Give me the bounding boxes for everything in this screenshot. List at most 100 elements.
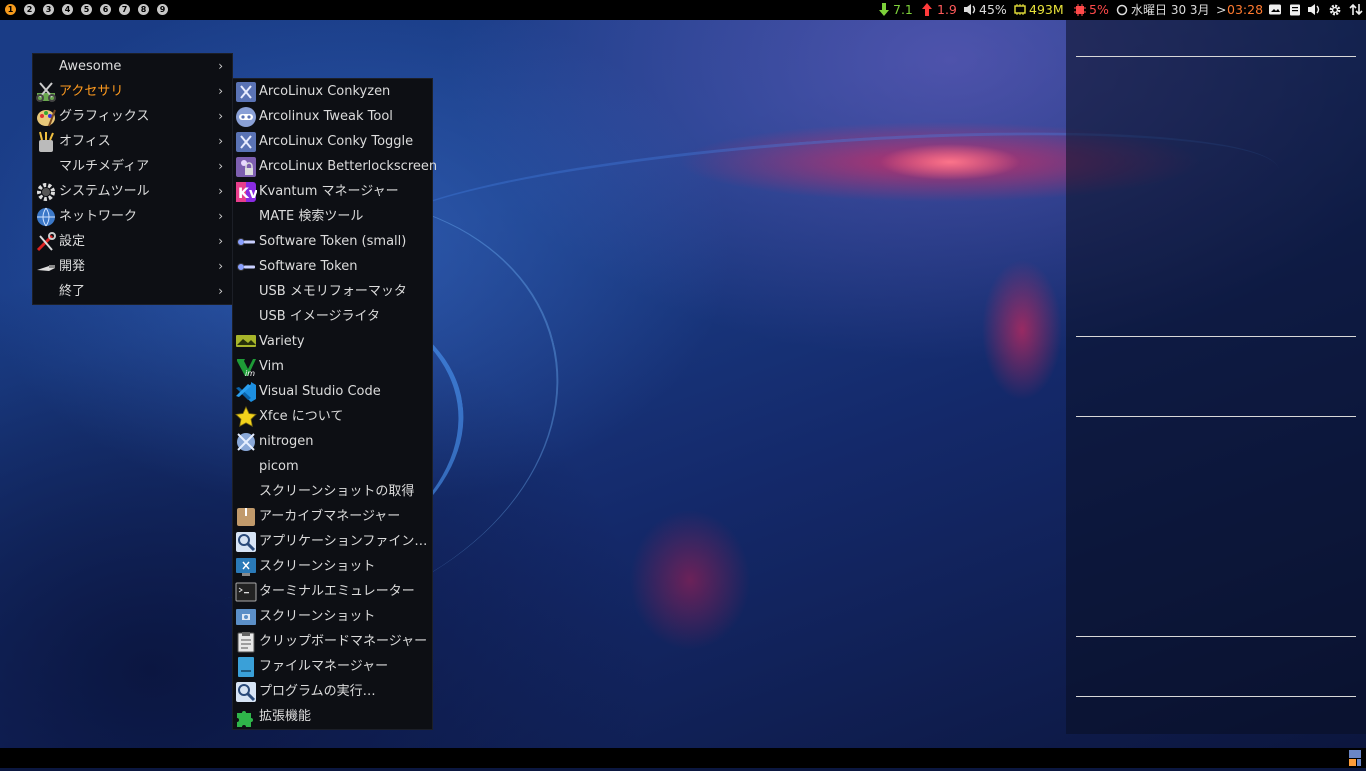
menu-item-arcolinux-conky-toggle-2[interactable]: ArcoLinux Conky Toggle — [233, 129, 432, 154]
menu-item-item-4[interactable]: マルチメディア › — [33, 154, 232, 179]
menu-item-item-25[interactable]: 拡張機能 — [233, 704, 432, 729]
menu-item-label: USB メモリフォーマッタ — [259, 284, 407, 299]
workspace-tag-4[interactable]: 4 — [62, 4, 73, 15]
menu-item-xfce-13[interactable]: Xfce について — [233, 404, 432, 429]
accessories-submenu: ArcoLinux Conkyzen Arcolinux Tweak Tool Ar… — [232, 78, 437, 730]
time-text[interactable]: 03:28 — [1227, 2, 1263, 18]
menu-item-label: Arcolinux Tweak Tool — [259, 109, 393, 124]
menu-item-item-21[interactable]: スクリーンショット — [233, 604, 432, 629]
image-viewer-icon[interactable] — [1268, 3, 1282, 16]
menu-item-vim-11[interactable]: im Vim — [233, 354, 432, 379]
menu-item-item-9[interactable]: 終了 › — [33, 279, 232, 304]
cpu-icon — [1074, 3, 1088, 16]
menu-item-item-6[interactable]: ネットワーク › — [33, 204, 232, 229]
menu-item-software-token-7[interactable]: Software Token — [233, 254, 432, 279]
gear-icon[interactable] — [1328, 3, 1342, 16]
menu-item-item-16[interactable]: スクリーンショットの取得 — [233, 479, 432, 504]
layout-indicator-icon[interactable] — [1348, 749, 1362, 767]
menu-item-item-24[interactable]: プログラムの実行… — [233, 679, 432, 704]
main-menu: Awesome › アクセサリ › グラフィックス › オフィス › マルチメディア › システムツ… — [32, 53, 233, 305]
menu-item-label: 終了 — [59, 284, 86, 299]
menu-item-kvantum-4[interactable]: Kv Kvantum マネージャー — [233, 179, 432, 204]
menu-item-arcolinux-conkyzen-0[interactable]: ArcoLinux Conkyzen — [233, 79, 432, 104]
menu-item-label: ターミナルエミュレーター — [259, 584, 415, 599]
menu-item-label: Software Token (small) — [259, 234, 407, 249]
date-text[interactable]: 水曜日 30 3月 — [1131, 2, 1210, 18]
menu-item-item-8[interactable]: 開発 › — [33, 254, 232, 279]
menu-item-item-20[interactable]: ターミナルエミュレーター — [233, 579, 432, 604]
submenu-arrow-icon: › — [218, 234, 223, 248]
workspace-tag-3[interactable]: 3 — [43, 4, 54, 15]
cpu-value: 5% — [1089, 2, 1109, 17]
submenu-arrow-icon: › — [218, 109, 223, 123]
conky-divider — [1076, 636, 1356, 637]
clipboard-tray-icon[interactable] — [1289, 3, 1303, 16]
submenu-arrow-icon: › — [218, 284, 223, 298]
svg-text:im: im — [245, 369, 255, 378]
menu-item-label: ArcoLinux Conky Toggle — [259, 134, 414, 149]
workspace-tag-6[interactable]: 6 — [100, 4, 111, 15]
download-arrow-icon — [879, 3, 893, 16]
volume-value[interactable]: 45% — [979, 2, 1007, 18]
workspace-tag-8[interactable]: 8 — [138, 4, 149, 15]
conky-divider — [1076, 56, 1356, 57]
arcolinux-conkyzen-icon — [235, 81, 257, 103]
menu-item-label: ネットワーク — [59, 209, 138, 224]
menu-item-label: Software Token — [259, 259, 358, 274]
menu-item-visual-studio-code-12[interactable]: Visual Studio Code — [233, 379, 432, 404]
globe-icon — [35, 206, 57, 228]
vscode-icon — [235, 381, 257, 403]
workspace-tag-7[interactable]: 7 — [119, 4, 130, 15]
menu-item-variety-10[interactable]: Variety — [233, 329, 432, 354]
menu-item-item-5[interactable]: システムツール › — [33, 179, 232, 204]
menu-item-usb-8[interactable]: USB メモリフォーマッタ — [233, 279, 432, 304]
workspace-tag-5[interactable]: 5 — [81, 4, 92, 15]
menu-item-arcolinux-tweak-tool-1[interactable]: Arcolinux Tweak Tool — [233, 104, 432, 129]
menu-item-nitrogen-14[interactable]: nitrogen — [233, 429, 432, 454]
submenu-arrow-icon: › — [218, 209, 223, 223]
menu-item-item-2[interactable]: グラフィックス › — [33, 104, 232, 129]
top-bar: 123456789 7.1 1.9 45% 493M 5% 水曜日 30 3月 … — [0, 0, 1366, 20]
menu-item-label: プログラムの実行… — [259, 684, 376, 699]
archive-icon — [235, 506, 257, 528]
menu-item-item-23[interactable]: ファイルマネージャー — [233, 654, 432, 679]
menu-item-label: Variety — [259, 334, 305, 349]
upload-arrow-icon — [922, 3, 936, 16]
workspace-tag-9[interactable]: 9 — [157, 4, 168, 15]
bottom-bar — [0, 748, 1366, 768]
menu-item-item-1[interactable]: アクセサリ › — [33, 79, 232, 104]
menu-item-usb-9[interactable]: USB イメージライタ — [233, 304, 432, 329]
menu-item-label: ArcoLinux Betterlockscreen — [259, 159, 438, 174]
menu-item-item-17[interactable]: アーカイブマネージャー — [233, 504, 432, 529]
kvantum-icon: Kv — [235, 181, 257, 203]
workspace-tag-1[interactable]: 1 — [5, 4, 16, 15]
menu-item-label: システムツール — [59, 184, 150, 199]
token-key-icon — [235, 231, 257, 253]
menu-item-item-19[interactable]: スクリーンショット — [233, 554, 432, 579]
volume-tray-icon[interactable] — [1307, 3, 1321, 16]
memory-icon — [1014, 3, 1028, 16]
menu-item-label: Visual Studio Code — [259, 384, 381, 399]
menu-item-item-18[interactable]: アプリケーションファイン… — [233, 529, 432, 554]
menu-item-mate-5[interactable]: MATE 検索ツール — [233, 204, 432, 229]
menu-item-item-22[interactable]: クリップボードマネージャー — [233, 629, 432, 654]
menu-item-software-token-small-6[interactable]: Software Token (small) — [233, 229, 432, 254]
volume-icon[interactable] — [963, 3, 977, 16]
network-transfer-icon[interactable] — [1349, 3, 1363, 16]
menu-item-label: マルチメディア — [59, 159, 150, 174]
screenshot-camera-icon — [235, 606, 257, 628]
date-separator: > — [1216, 2, 1227, 17]
menu-item-item-7[interactable]: 設定 › — [33, 229, 232, 254]
arcolinux-conky-toggle-icon — [235, 131, 257, 153]
workspace-tag-2[interactable]: 2 — [24, 4, 35, 15]
menu-item-awesome-0[interactable]: Awesome › — [33, 54, 232, 79]
menu-item-label: Kvantum マネージャー — [259, 184, 399, 199]
conky-divider — [1076, 696, 1356, 697]
token-key-icon — [235, 256, 257, 278]
menu-item-item-3[interactable]: オフィス › — [33, 129, 232, 154]
menu-item-picom-15[interactable]: picom — [233, 454, 432, 479]
conky-divider — [1076, 416, 1356, 417]
tweak-tool-icon — [235, 106, 257, 128]
conky-panel — [1066, 20, 1366, 734]
menu-item-arcolinux-betterlockscreen-3[interactable]: ArcoLinux Betterlockscreen — [233, 154, 437, 179]
